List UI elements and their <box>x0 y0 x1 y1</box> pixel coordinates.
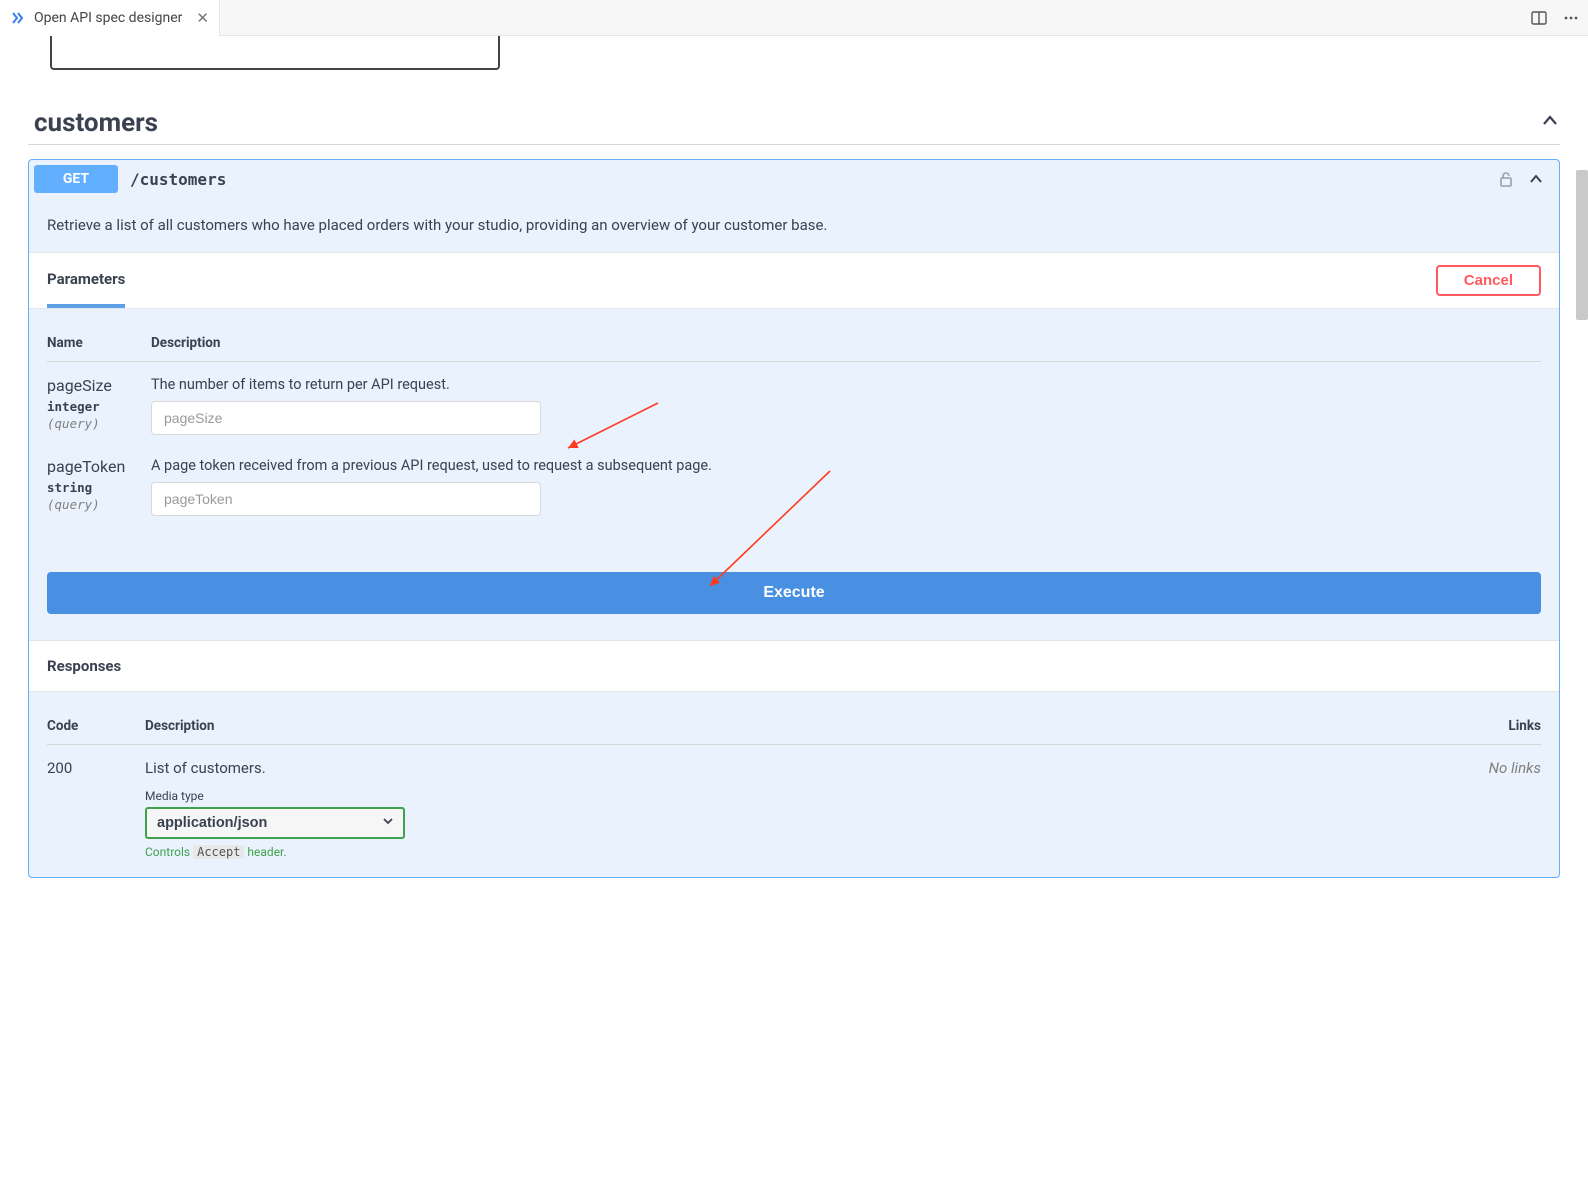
parameters-bar: Parameters Cancel <box>29 252 1559 308</box>
section-header[interactable]: customers <box>28 100 1560 145</box>
param-in: (query) <box>47 416 151 431</box>
param-description: The number of items to return per API re… <box>151 376 1541 393</box>
parameters-body: Name Description pageSize integer (query… <box>29 308 1559 640</box>
response-row: 200 List of customers. Media type applic… <box>47 745 1541 859</box>
resp-col-code: Code <box>47 718 145 734</box>
param-in: (query) <box>47 497 151 512</box>
responses-body: Code Description Links 200 List of custo… <box>29 691 1559 877</box>
openapi-icon <box>10 10 26 26</box>
controls-accept-note: Controls Accept header. <box>145 845 1461 859</box>
operation-block: GET /customers Retrieve a list of all cu… <box>28 159 1560 878</box>
response-description: List of customers. <box>145 759 1461 777</box>
scrollbar-thumb[interactable] <box>1576 170 1588 320</box>
operation-header[interactable]: GET /customers <box>29 160 1559 198</box>
cancel-button[interactable]: Cancel <box>1436 265 1541 296</box>
media-type-label: Media type <box>145 789 1461 803</box>
response-code: 200 <box>47 759 145 859</box>
param-description: A page token received from a previous AP… <box>151 457 1541 474</box>
param-col-name: Name <box>47 335 151 351</box>
editor-tab[interactable]: Open API spec designer ✕ <box>0 0 220 36</box>
parameters-tab[interactable]: Parameters <box>47 253 125 308</box>
param-name: pageSize <box>47 376 151 395</box>
param-row: pageSize integer (query) The number of i… <box>47 362 1541 443</box>
chevron-up-icon[interactable] <box>1527 170 1545 188</box>
responses-label: Responses <box>29 640 1559 691</box>
editor-topbar: Open API spec designer ✕ <box>0 0 1588 36</box>
response-links: No links <box>1461 759 1541 859</box>
editor-tab-title: Open API spec designer <box>34 10 182 26</box>
media-type-select[interactable]: application/json <box>145 807 405 839</box>
param-type: string <box>47 480 151 495</box>
endpoint-path: /customers <box>130 170 226 189</box>
chevron-up-icon[interactable] <box>1540 111 1560 135</box>
resp-col-links: Links <box>1461 718 1541 734</box>
more-icon[interactable] <box>1562 9 1580 27</box>
operation-description: Retrieve a list of all customers who hav… <box>29 198 1559 252</box>
http-method-badge: GET <box>34 165 118 193</box>
unlock-icon[interactable] <box>1497 170 1515 188</box>
section-title: customers <box>34 108 158 138</box>
resp-col-desc: Description <box>145 718 1461 734</box>
param-col-desc: Description <box>151 335 1541 351</box>
param-name: pageToken <box>47 457 151 476</box>
split-editor-icon[interactable] <box>1530 9 1548 27</box>
execute-button[interactable]: Execute <box>47 572 1541 614</box>
pagesize-input[interactable] <box>151 401 541 435</box>
partial-box-remnant <box>50 36 500 70</box>
close-icon[interactable]: ✕ <box>196 9 209 27</box>
param-row: pageToken string (query) A page token re… <box>47 443 1541 524</box>
pagetoken-input[interactable] <box>151 482 541 516</box>
param-type: integer <box>47 399 151 414</box>
